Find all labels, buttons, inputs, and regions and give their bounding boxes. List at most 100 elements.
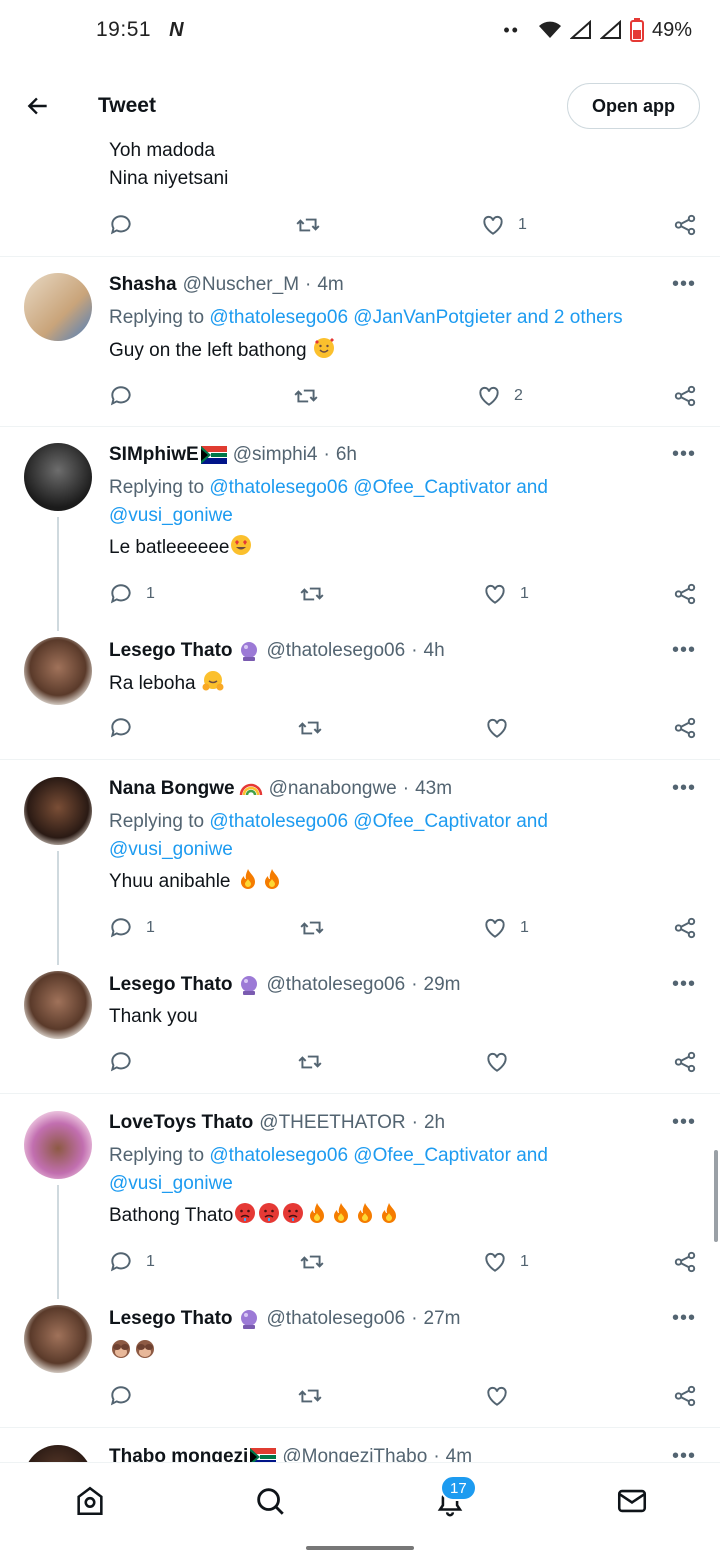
share-button[interactable] <box>672 381 698 411</box>
tweet[interactable]: Nana Bongwe @nanabongwe · 43m ••• Replyi… <box>0 761 720 965</box>
like-button[interactable]: 1 <box>482 913 529 943</box>
like-button[interactable]: 1 <box>482 579 529 609</box>
share-button[interactable] <box>672 1381 698 1411</box>
author-name[interactable]: LoveToys Thato <box>109 1112 253 1134</box>
reply-button[interactable]: 1 <box>108 913 155 943</box>
scrollbar[interactable] <box>714 1150 718 1242</box>
more-icon[interactable]: ••• <box>672 639 696 662</box>
replying-links[interactable]: @thatolesego06 @Ofee_Captivator and <box>209 811 548 832</box>
replying-links[interactable]: @thatolesego06 @Ofee_Captivator and <box>209 1145 548 1166</box>
more-icon[interactable]: ••• <box>672 1307 696 1330</box>
share-button[interactable] <box>672 579 698 609</box>
like-button[interactable] <box>484 713 510 743</box>
avatar[interactable] <box>24 1305 92 1373</box>
avatar[interactable] <box>24 637 92 705</box>
avatar[interactable] <box>24 273 92 341</box>
author-handle[interactable]: @Nuscher_M <box>183 274 299 296</box>
avatar[interactable] <box>24 443 92 511</box>
replying-links-cont[interactable]: @vusi_goniwe <box>109 1173 233 1194</box>
avatar[interactable] <box>24 971 92 1039</box>
replying-links[interactable]: @thatolesego06 @Ofee_Captivator and <box>209 477 548 498</box>
author-handle[interactable]: @nanabongwe <box>269 778 397 800</box>
wifi-icon <box>538 21 561 38</box>
author-name[interactable]: Lesego Thato <box>109 640 233 662</box>
nav-messages[interactable] <box>612 1481 652 1521</box>
tweet-partial[interactable]: Yoh madoda Nina niyetsani 1 <box>0 136 720 257</box>
reply-button[interactable]: 1 <box>108 579 155 609</box>
tweet[interactable]: Lesego Thato @thatolesego06 · 27m ••• <box>0 1295 720 1428</box>
reply-button[interactable]: 1 <box>108 1247 155 1277</box>
retweet-button[interactable] <box>296 1381 324 1411</box>
tweet-time[interactable]: 6h <box>336 444 357 466</box>
like-button[interactable]: 2 <box>476 381 523 411</box>
author-name[interactable]: Nana Bongwe <box>109 778 235 800</box>
tweet[interactable]: Lesego Thato @thatolesego06 · 29m ••• Th… <box>0 961 720 1094</box>
retweet-button[interactable] <box>296 713 324 743</box>
retweet-button[interactable] <box>298 913 326 943</box>
share-button[interactable] <box>672 1247 698 1277</box>
home-indicator[interactable] <box>306 1546 414 1550</box>
retweet-button[interactable] <box>292 381 320 411</box>
reply-button[interactable] <box>108 381 134 411</box>
tweet-text-content: Ra leboha <box>109 673 196 694</box>
reply-button[interactable] <box>108 1381 134 1411</box>
tweet[interactable]: SIMphiwE @simphi4 · 6h ••• Replying to @… <box>0 427 720 631</box>
tweet-time[interactable]: 4m <box>446 1446 472 1462</box>
author-handle[interactable]: @thatolesego06 <box>267 974 406 996</box>
reply-button[interactable] <box>108 210 134 240</box>
like-button[interactable]: 1 <box>482 1247 529 1277</box>
retweet-button[interactable] <box>298 1247 326 1277</box>
retweet-button[interactable] <box>296 1047 324 1077</box>
replying-links-cont[interactable]: @vusi_goniwe <box>109 839 233 860</box>
tweet-time[interactable]: 4m <box>317 274 343 296</box>
retweet-button[interactable] <box>298 579 326 609</box>
share-button[interactable] <box>672 1047 698 1077</box>
more-icon[interactable]: ••• <box>672 973 696 996</box>
author-handle[interactable]: @thatolesego06 <box>267 640 406 662</box>
nav-search[interactable] <box>250 1481 290 1521</box>
author-name[interactable]: Thabo mongezi <box>109 1446 248 1462</box>
tweet-time[interactable]: 29m <box>424 974 461 996</box>
tweet-time[interactable]: 27m <box>424 1308 461 1330</box>
share-button[interactable] <box>672 713 698 743</box>
reply-button[interactable] <box>108 1047 134 1077</box>
tweet[interactable]: Shasha @Nuscher_M · 4m ••• Replying to @… <box>0 257 720 427</box>
tweet-time[interactable]: 4h <box>424 640 445 662</box>
author-name[interactable]: SIMphiwE <box>109 444 199 466</box>
nav-home[interactable] <box>70 1481 110 1521</box>
more-icon[interactable]: ••• <box>672 443 696 466</box>
replying-links[interactable]: @thatolesego06 @JanVanPotgieter and 2 ot… <box>209 307 622 328</box>
tweet[interactable]: Lesego Thato @thatolesego06 · 4h ••• Ra … <box>0 627 720 760</box>
tweet-time[interactable]: 43m <box>415 778 452 800</box>
author-name[interactable]: Shasha <box>109 274 177 296</box>
author-handle[interactable]: @THEETHATOR <box>259 1112 405 1134</box>
reply-button[interactable] <box>108 713 134 743</box>
author-name[interactable]: Lesego Thato <box>109 974 233 996</box>
signal-icon <box>569 20 591 39</box>
share-button[interactable] <box>672 210 698 240</box>
replying-links-cont[interactable]: @vusi_goniwe <box>109 505 233 526</box>
share-button[interactable] <box>672 913 698 943</box>
back-arrow-icon <box>27 97 47 115</box>
tweet[interactable]: Thabo mongezi @MongeziThabo · 4m ••• <box>0 1429 720 1462</box>
more-icon[interactable]: ••• <box>672 1111 696 1134</box>
avatar[interactable] <box>24 1445 92 1462</box>
avatar[interactable] <box>24 777 92 845</box>
back-button[interactable] <box>18 86 58 126</box>
tweet-time[interactable]: 2h <box>424 1112 445 1134</box>
tweet[interactable]: LoveToys Thato @THEETHATOR · 2h ••• Repl… <box>0 1095 720 1299</box>
like-button[interactable] <box>484 1047 510 1077</box>
like-button[interactable]: 1 <box>480 210 527 240</box>
author-handle[interactable]: @MongeziThabo <box>282 1446 427 1462</box>
retweet-button[interactable] <box>294 210 322 240</box>
more-icon[interactable]: ••• <box>672 1445 696 1462</box>
author-name[interactable]: Lesego Thato <box>109 1308 233 1330</box>
open-app-button[interactable]: Open app <box>566 83 700 129</box>
author-handle[interactable]: @thatolesego06 <box>267 1308 406 1330</box>
more-icon[interactable]: ••• <box>672 777 696 800</box>
avatar[interactable] <box>24 1111 92 1179</box>
more-icon[interactable]: ••• <box>672 273 696 296</box>
author-handle[interactable]: @simphi4 <box>233 444 318 466</box>
tweet-feed[interactable]: Yoh madoda Nina niyetsani 1 Shasha @Nusc… <box>0 0 720 1462</box>
like-button[interactable] <box>484 1381 510 1411</box>
